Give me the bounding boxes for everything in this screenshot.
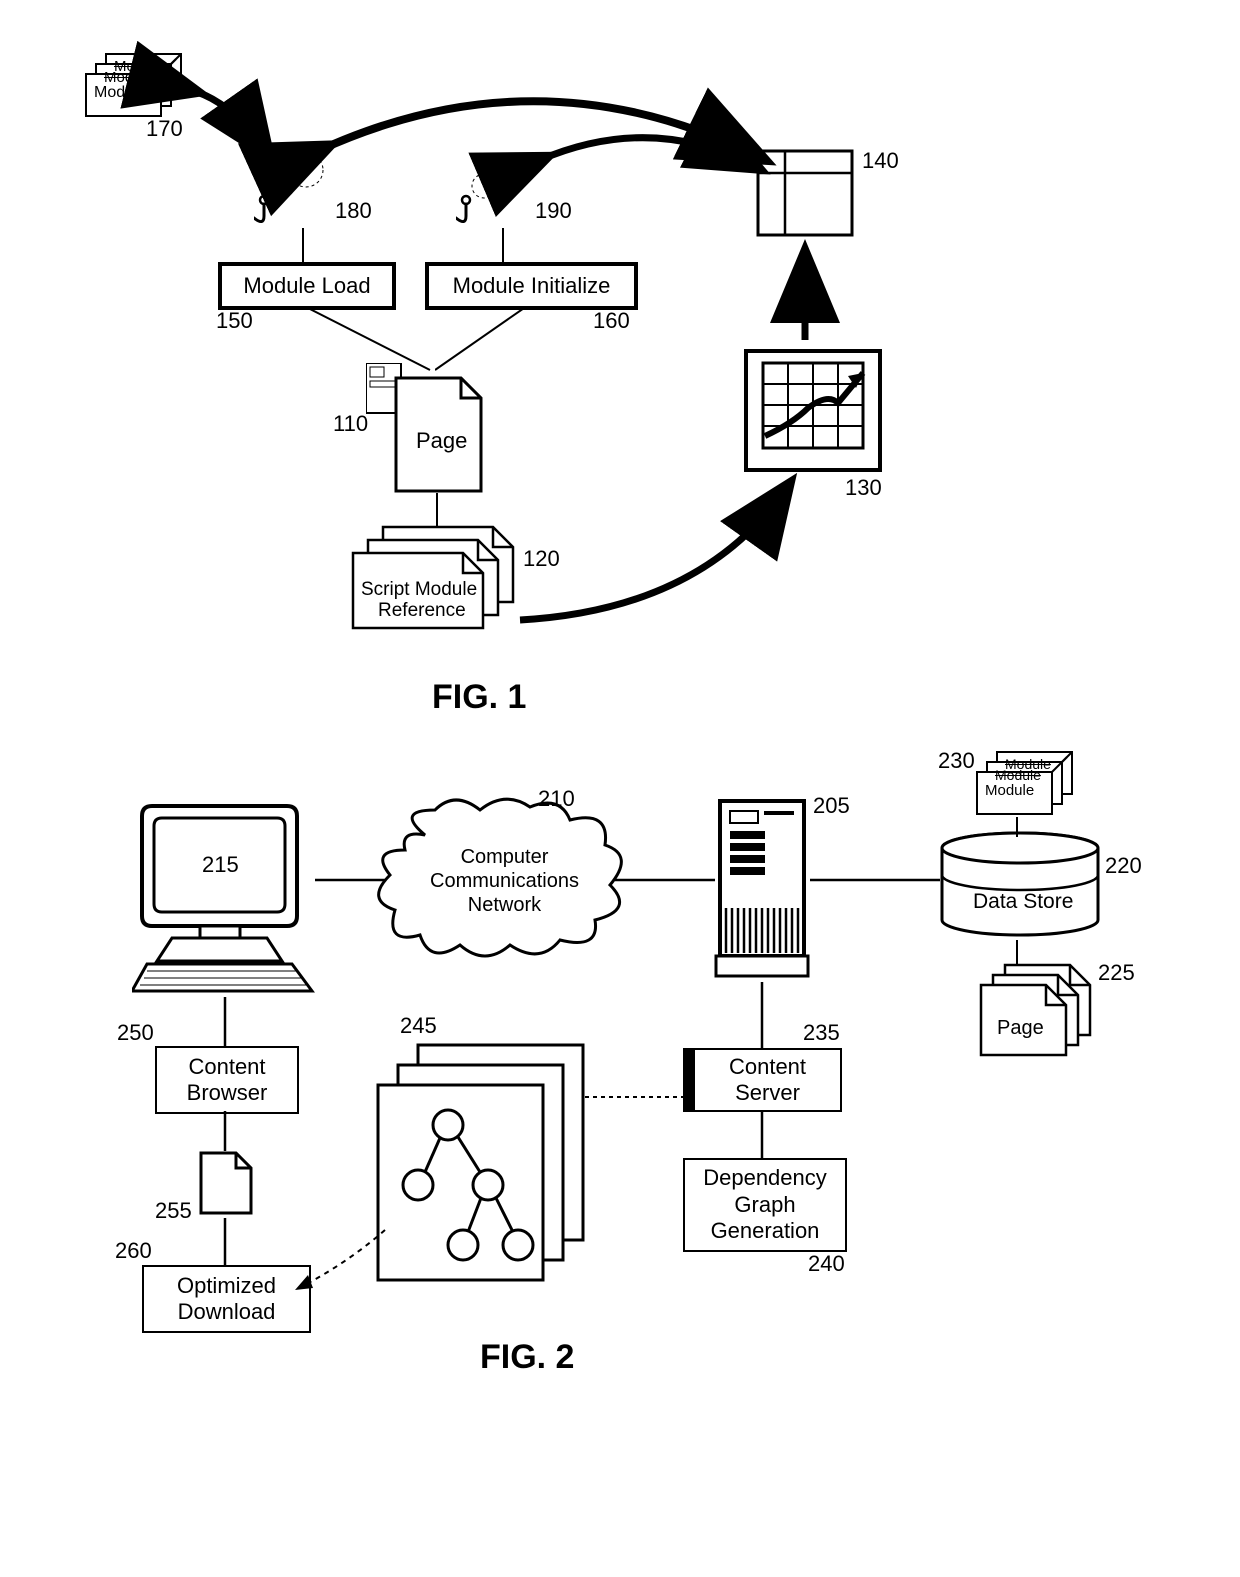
connector [757,982,767,1048]
tree-stack [368,1040,598,1300]
ref-225: 225 [1098,962,1135,984]
connector [1012,940,1022,965]
connector [220,997,230,1047]
cs-l1: Content [729,1054,806,1080]
ref-255: 255 [155,1200,192,1222]
page-label: Page [997,1017,1044,1040]
dashed-arrow [275,1225,395,1305]
ref-205: 205 [813,795,850,817]
doc-255 [196,1148,256,1218]
od-l2: Download [178,1299,276,1325]
cs-l2: Server [735,1080,800,1106]
arrows-fig1 [0,0,1240,780]
connector [315,875,385,885]
connector [220,1218,230,1266]
dashed-connector [585,1092,685,1102]
server-icon [712,793,812,983]
ref-220: 220 [1105,855,1142,877]
connector [220,1111,230,1151]
od-l1: Optimized [177,1273,276,1299]
ref-240: 240 [808,1253,845,1275]
ref-260: 260 [115,1240,152,1262]
connector [757,1112,767,1158]
module-label: Module [995,767,1041,783]
cb-l1: Content [188,1054,265,1080]
diagram-page: Module Module Module 170 180 190 Module … [0,0,1240,1577]
connector [810,875,940,885]
ref-210: 210 [538,788,575,810]
cloud-l1: Computer [430,845,579,869]
ref-230: 230 [938,750,975,772]
ref-235: 235 [803,1022,840,1044]
page-stack-fig2: Page [975,960,1105,1060]
dg-l3: Generation [711,1218,820,1244]
fig1-label: FIG. 1 [432,678,526,717]
cb-l2: Browser [187,1080,268,1106]
cloud: Computer Communications Network [365,795,635,970]
dep-graph-box: Dependency Graph Generation [683,1158,847,1252]
monitor-icon: 215 [132,796,317,996]
datastore-icon: Data Store [935,830,1105,945]
cloud-l3: Network [430,893,579,917]
fig2-label: FIG. 2 [480,1338,574,1377]
content-server-box: Content Server [683,1048,843,1112]
modules-stack-fig2: Module Module Module [975,750,1085,820]
ref-245: 245 [400,1015,437,1037]
connector [1012,817,1022,837]
cloud-l2: Communications [430,869,579,893]
datastore-label: Data Store [973,890,1073,914]
connector [615,875,715,885]
module-label: Module [985,782,1034,799]
dg-l2: Graph [734,1192,795,1218]
content-browser-box: Content Browser [155,1046,299,1114]
cloud-text: Computer Communications Network [430,845,579,917]
dg-l1: Dependency [703,1165,827,1191]
ref-215: 215 [202,852,239,878]
ref-250: 250 [117,1022,154,1044]
